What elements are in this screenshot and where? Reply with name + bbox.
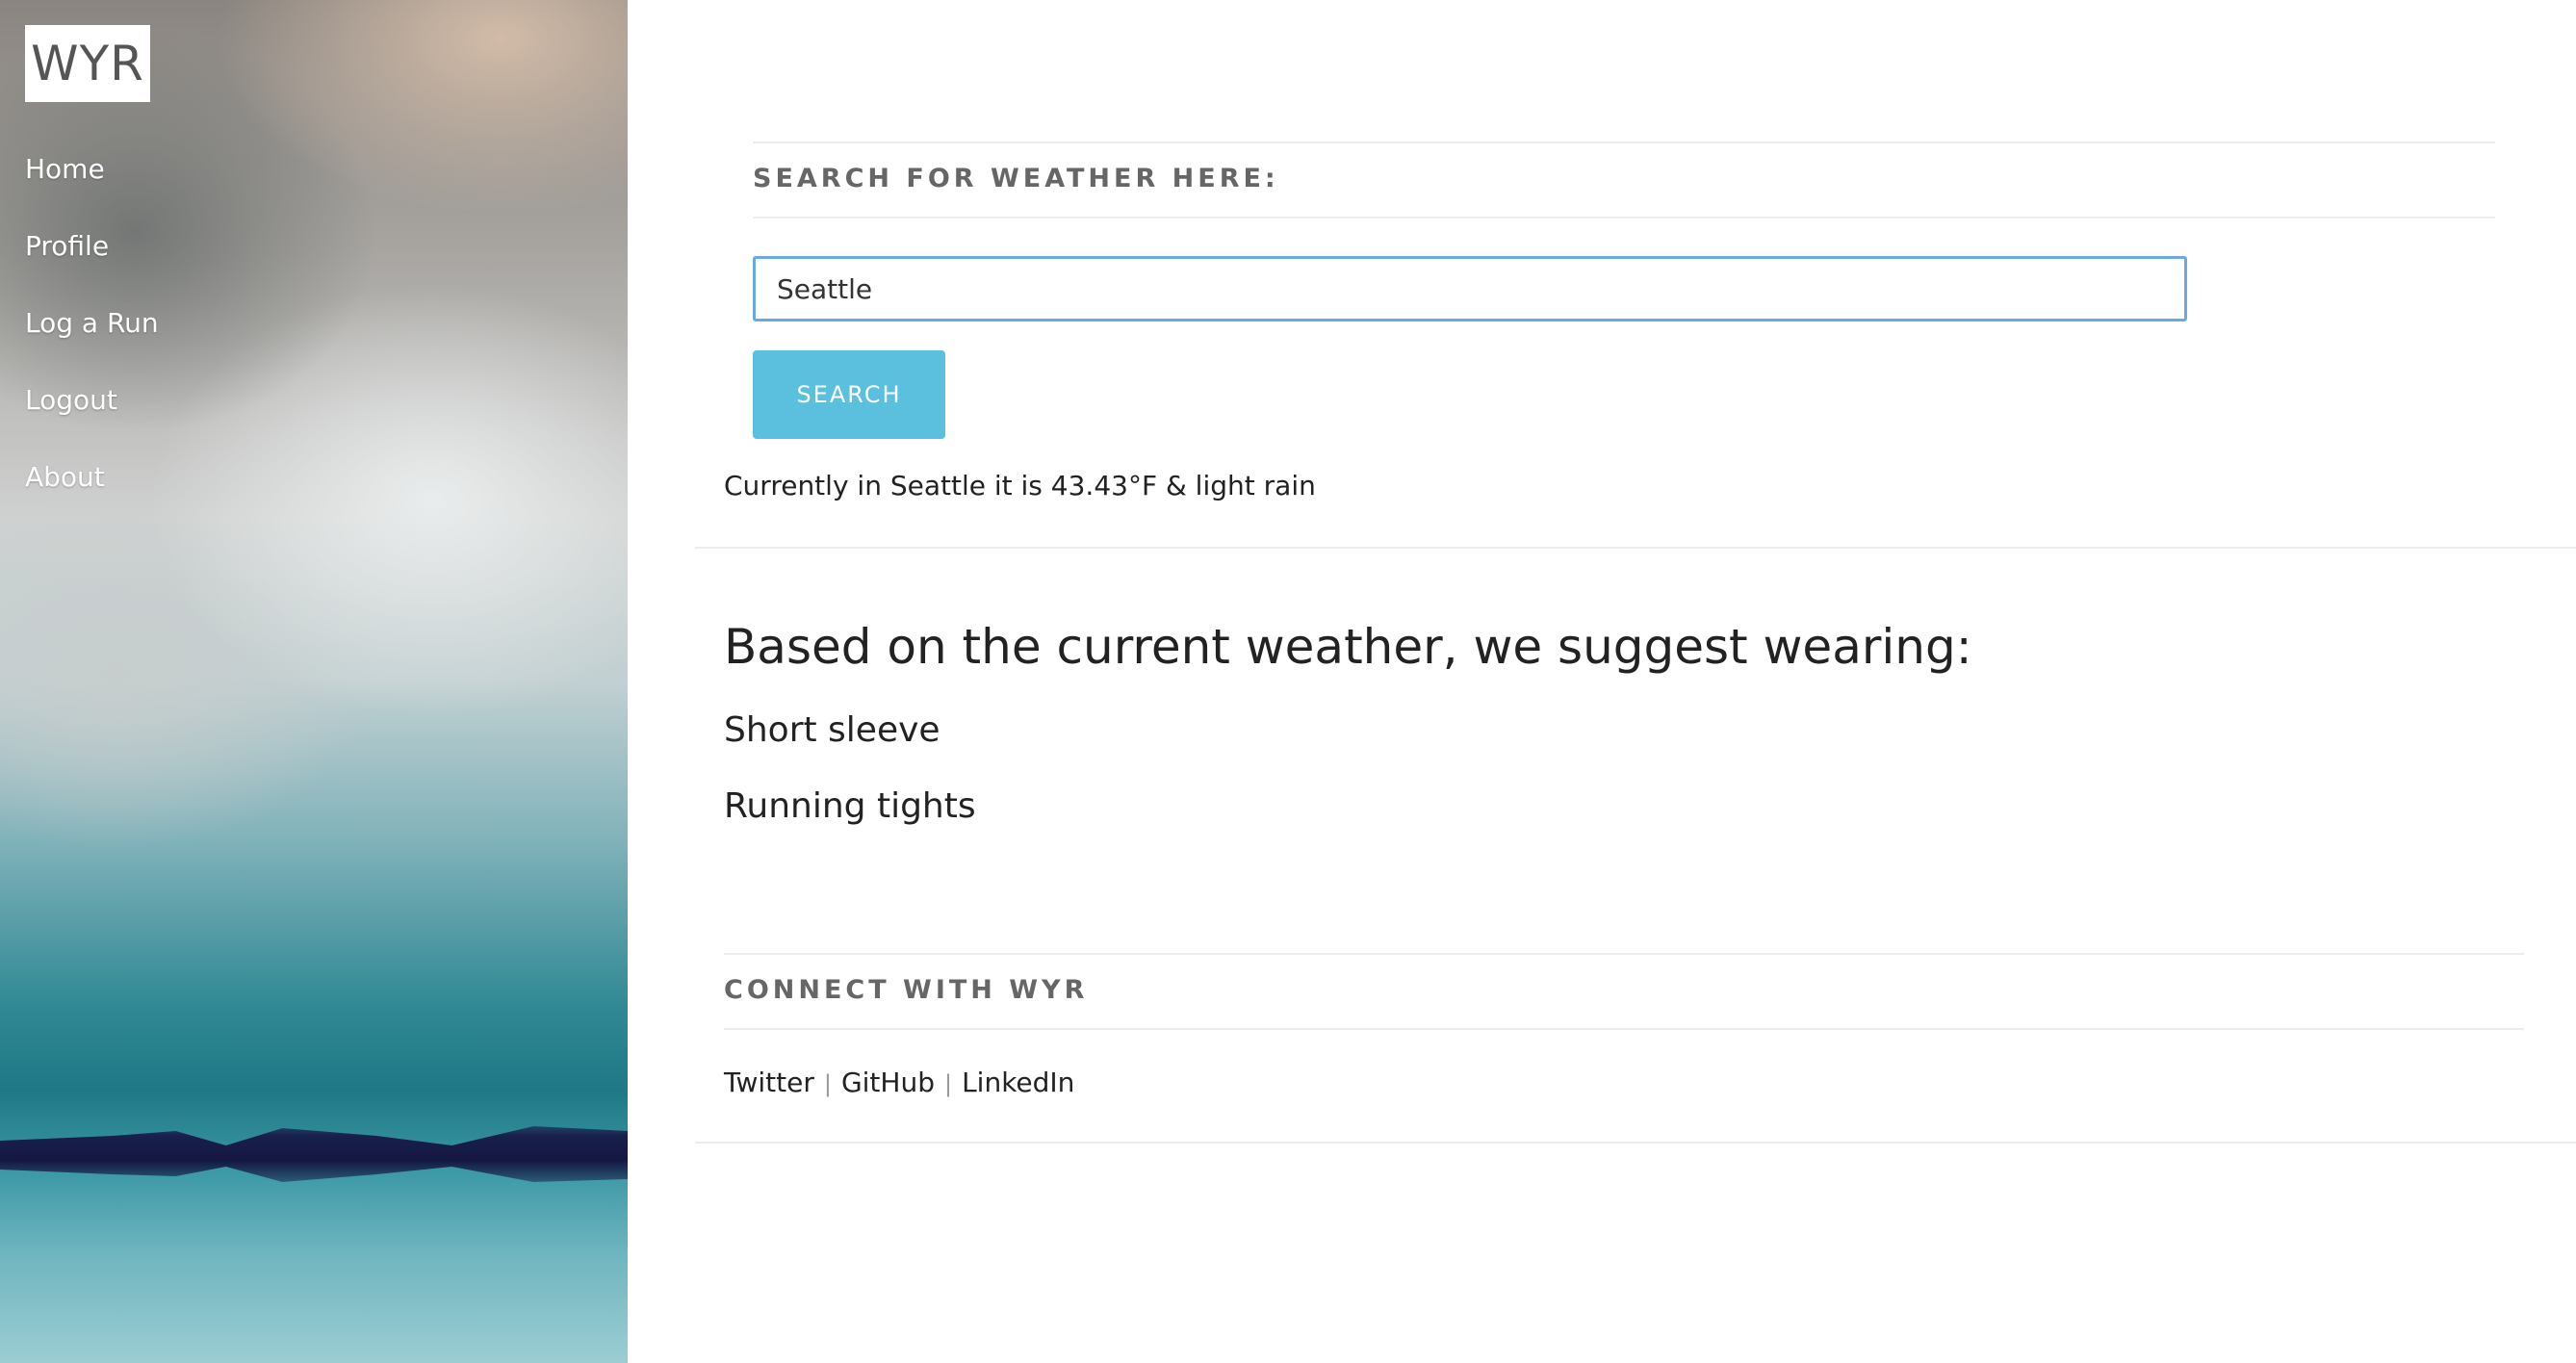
github-link[interactable]: GitHub <box>841 1067 935 1098</box>
suggestion-item: Short sleeve <box>724 710 940 750</box>
search-button[interactable]: SEARCH <box>753 350 945 439</box>
nav-item-log-a-run[interactable]: Log a Run <box>25 298 159 375</box>
logo[interactable]: WYR <box>25 25 150 102</box>
sidebar-background-horizon <box>0 1126 628 1182</box>
nav-item-logout[interactable]: Logout <box>25 375 159 452</box>
divider <box>695 1142 2576 1144</box>
sidebar-nav: Home Profile Log a Run Logout About <box>25 144 159 529</box>
divider <box>724 1028 2524 1030</box>
app-root: WYR Home Profile Log a Run Logout About … <box>0 0 2576 1363</box>
divider <box>724 953 2524 955</box>
nav-item-about[interactable]: About <box>25 452 159 529</box>
divider <box>695 547 2576 549</box>
main-content: SEARCH FOR WEATHER HERE: SEARCH Currentl… <box>628 0 2576 1363</box>
twitter-link[interactable]: Twitter <box>724 1067 814 1098</box>
link-separator: | <box>823 1070 832 1097</box>
suggestion-heading: Based on the current weather, we suggest… <box>724 619 1972 675</box>
current-weather-text: Currently in Seattle it is 43.43°F & lig… <box>724 470 1316 501</box>
nav-item-home[interactable]: Home <box>25 144 159 221</box>
connect-section-title: CONNECT WITH WYR <box>724 975 1089 1005</box>
suggestion-item: Running tights <box>724 786 976 826</box>
divider <box>753 217 2495 219</box>
sidebar: WYR Home Profile Log a Run Logout About <box>0 0 628 1363</box>
linkedin-link[interactable]: LinkedIn <box>962 1067 1074 1098</box>
divider <box>753 141 2495 143</box>
search-input[interactable] <box>753 256 2187 321</box>
connect-links: Twitter | GitHub | LinkedIn <box>724 1067 1074 1098</box>
search-section-title: SEARCH FOR WEATHER HERE: <box>753 164 1279 193</box>
link-separator: | <box>943 1070 953 1097</box>
nav-item-profile[interactable]: Profile <box>25 221 159 298</box>
